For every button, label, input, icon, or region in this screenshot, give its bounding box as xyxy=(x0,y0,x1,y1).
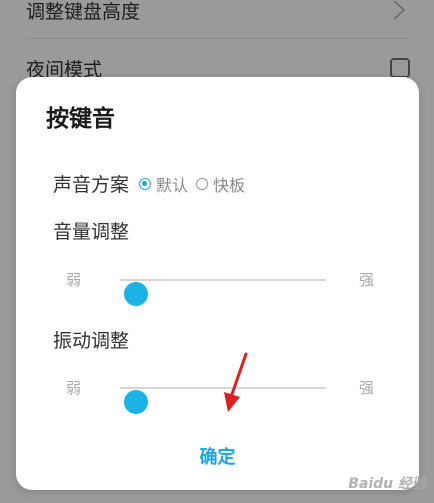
volume-label: 音量调整 xyxy=(53,221,130,243)
sound-scheme-label: 声音方案 xyxy=(53,174,130,196)
vibration-min-label: 弱 xyxy=(66,379,82,397)
scheme-option-label: 快板 xyxy=(213,175,246,195)
dialog-title: 按键音 xyxy=(46,106,115,132)
watermark: Baidu 经验 xyxy=(348,476,426,492)
scheme-option-default[interactable]: 默认 xyxy=(139,172,188,196)
volume-max-label: 强 xyxy=(359,271,375,289)
volume-slider-thumb[interactable] xyxy=(124,282,149,306)
volume-slider-track[interactable] xyxy=(120,279,326,306)
scheme-option-allegro[interactable]: 快板 xyxy=(196,172,245,196)
divider xyxy=(26,38,410,39)
vibration-label: 振动调整 xyxy=(53,330,130,352)
volume-slider-row: 弱 强 xyxy=(16,265,419,306)
keyboard-height-row[interactable]: 调整键盘高度 xyxy=(26,0,410,30)
vibration-max-label: 强 xyxy=(359,379,375,397)
sound-scheme-group: 声音方案 默认 快板 xyxy=(53,170,253,197)
key-sound-dialog: 按键音 声音方案 默认 快板 音量调整 弱 强 振动调整 弱 强 确定 xyxy=(16,77,419,490)
radio-selected-icon[interactable] xyxy=(139,177,152,190)
volume-min-label: 弱 xyxy=(66,271,82,289)
annotation-arrow-icon xyxy=(224,352,248,412)
confirm-button[interactable]: 确定 xyxy=(16,443,419,469)
scheme-option-label: 默认 xyxy=(156,175,189,195)
keyboard-height-label: 调整键盘高度 xyxy=(26,0,141,23)
night-mode-checkbox[interactable] xyxy=(390,58,410,78)
vibration-slider-thumb[interactable] xyxy=(124,390,149,414)
chevron-right-icon xyxy=(388,0,410,21)
radio-unselected-icon[interactable] xyxy=(196,177,209,190)
